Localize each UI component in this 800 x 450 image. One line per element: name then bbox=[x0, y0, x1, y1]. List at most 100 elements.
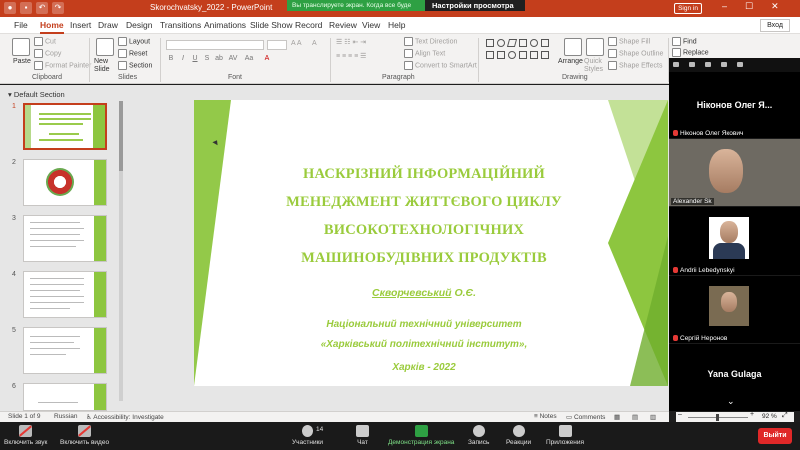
tab-insert[interactable]: Insert bbox=[70, 20, 91, 30]
replace-button[interactable]: Replace bbox=[672, 48, 709, 57]
participant-tile-4[interactable]: Сергій Неронов bbox=[669, 276, 800, 343]
shape-line-icon[interactable] bbox=[519, 39, 527, 47]
new-slide-button[interactable]: New Slide bbox=[94, 58, 116, 74]
tab-transitions[interactable]: Transitions bbox=[160, 20, 201, 30]
start-video-button[interactable]: Включить видео bbox=[60, 425, 109, 446]
tab-animations[interactable]: Animations bbox=[204, 20, 246, 30]
language-indicator[interactable]: Russian bbox=[54, 413, 77, 420]
close-icon[interactable]: ✕ bbox=[771, 1, 779, 12]
shape-fill-button[interactable]: Shape Fill bbox=[608, 37, 650, 46]
copy-button[interactable]: Copy bbox=[34, 49, 61, 58]
share-button[interactable]: Вход bbox=[760, 19, 790, 32]
slide-thumbnail-4[interactable] bbox=[23, 271, 107, 318]
tab-help[interactable]: Help bbox=[388, 20, 405, 30]
minimize-icon[interactable]: – bbox=[722, 1, 727, 12]
comments-button[interactable]: ▭ Comments bbox=[566, 413, 605, 421]
maximize-icon[interactable]: ☐ bbox=[745, 1, 753, 12]
zoom-out-icon[interactable]: – bbox=[678, 411, 682, 418]
arrange-icon[interactable] bbox=[564, 38, 582, 56]
view-options-button[interactable]: Настройки просмотра bbox=[425, 0, 525, 11]
scrollbar-thumb[interactable] bbox=[119, 101, 123, 171]
shape-more-icon[interactable] bbox=[541, 51, 549, 59]
slide-university[interactable]: Національний технічний університет «Харк… bbox=[254, 315, 594, 355]
find-button[interactable]: Find bbox=[672, 37, 697, 46]
shape-triangle-icon[interactable] bbox=[486, 51, 494, 59]
tab-review[interactable]: Review bbox=[329, 20, 357, 30]
spacing-icon[interactable]: AV bbox=[228, 54, 238, 64]
tab-slide-show[interactable]: Slide Show bbox=[250, 20, 293, 30]
format-painter-button[interactable]: Format Painter bbox=[34, 61, 91, 70]
new-slide-icon[interactable] bbox=[96, 38, 114, 56]
accessibility-indicator[interactable]: ♿ Accessibility: Investigate bbox=[86, 413, 164, 421]
tab-record[interactable]: Record bbox=[295, 20, 322, 30]
shape-oval-icon[interactable] bbox=[497, 39, 505, 47]
tab-view[interactable]: View bbox=[362, 20, 380, 30]
shape-effects-button[interactable]: Shape Effects bbox=[608, 61, 662, 70]
shape-circle-icon[interactable] bbox=[530, 39, 538, 47]
reading-view-icon[interactable]: ▥ bbox=[650, 413, 656, 421]
slide-thumbnail-1[interactable] bbox=[23, 103, 107, 150]
strikethrough-icon[interactable]: ab bbox=[214, 54, 224, 64]
cut-button[interactable]: Cut bbox=[34, 37, 56, 46]
paste-icon[interactable] bbox=[12, 38, 30, 56]
participant-tile-5[interactable]: Yana Gulaga ⌄ bbox=[669, 344, 800, 411]
smartart-button[interactable]: Convert to SmartArt bbox=[404, 61, 477, 70]
leave-button[interactable]: Выйти bbox=[758, 428, 792, 444]
underline-icon[interactable]: U bbox=[190, 54, 200, 64]
record-button[interactable]: Запись bbox=[468, 425, 489, 446]
shape-arrow-icon[interactable] bbox=[541, 39, 549, 47]
slide-thumbnail-2[interactable] bbox=[23, 159, 107, 206]
font-family-select[interactable] bbox=[166, 40, 264, 50]
shape-curve-icon[interactable] bbox=[497, 51, 505, 59]
slides-scrollbar[interactable] bbox=[119, 101, 123, 401]
normal-view-icon[interactable]: ▦ bbox=[614, 413, 620, 421]
bullets-icon[interactable]: ☰ ☷ ⇤ ⇥ bbox=[336, 38, 366, 46]
shape-parallelogram-icon[interactable] bbox=[506, 39, 518, 47]
reset-button[interactable]: Reset bbox=[118, 49, 147, 58]
slide-thumbnail-6[interactable] bbox=[23, 383, 107, 411]
shape-rect-icon[interactable] bbox=[486, 39, 494, 47]
font-size-select[interactable] bbox=[267, 40, 287, 50]
clear-format-icon[interactable]: A bbox=[312, 40, 317, 47]
paste-button[interactable]: Paste bbox=[13, 58, 31, 65]
save-icon[interactable]: ▪ bbox=[20, 2, 32, 14]
notes-button[interactable]: ≡ Notes bbox=[534, 413, 557, 420]
slide-city-year[interactable]: Харків - 2022 bbox=[254, 362, 594, 373]
align-text-button[interactable]: Align Text bbox=[404, 49, 445, 58]
quick-styles-icon[interactable] bbox=[586, 38, 604, 56]
tab-file[interactable]: File bbox=[14, 20, 28, 30]
shape-ellipse-icon[interactable] bbox=[508, 51, 516, 59]
slide-title[interactable]: НАСКРІЗНИЙ ІНФОРМАЦІЙНИЙ МЕНЕДЖМЕНТ ЖИТТ… bbox=[254, 160, 594, 272]
zoom-slider-thumb[interactable] bbox=[716, 414, 719, 421]
font-color-icon[interactable]: A bbox=[262, 54, 272, 64]
reactions-button[interactable]: Реакции bbox=[506, 425, 531, 446]
chat-button[interactable]: Чат bbox=[356, 425, 369, 446]
share-screen-button[interactable]: Демонстрация экрана bbox=[388, 425, 454, 446]
tab-design[interactable]: Design bbox=[126, 20, 152, 30]
tab-home[interactable]: Home bbox=[40, 20, 64, 34]
zoom-in-icon[interactable]: + bbox=[750, 411, 754, 418]
shape-outline-button[interactable]: Shape Outline bbox=[608, 49, 663, 58]
section-header[interactable]: ▾ Default Section bbox=[8, 90, 65, 99]
shape-star-icon[interactable] bbox=[530, 51, 538, 59]
sorter-view-icon[interactable]: ▤ bbox=[632, 413, 638, 421]
quick-styles-button[interactable]: Quick Styles bbox=[584, 58, 604, 74]
redo-icon[interactable]: ↷ bbox=[52, 2, 64, 14]
unmute-button[interactable]: Включить звук bbox=[4, 425, 47, 446]
section-button[interactable]: Section bbox=[118, 61, 152, 70]
participant-tile-3[interactable]: Andrii Lebedynskyi bbox=[669, 207, 800, 275]
bold-icon[interactable]: B bbox=[166, 54, 176, 64]
fit-slide-icon[interactable]: ⤢ bbox=[782, 412, 788, 420]
change-case-icon[interactable]: Aa bbox=[244, 54, 254, 64]
chevron-down-icon[interactable]: ⌄ bbox=[727, 396, 735, 407]
sign-in-button[interactable]: Sign in bbox=[674, 3, 702, 14]
zoom-level[interactable]: 92 % bbox=[762, 413, 777, 420]
italic-icon[interactable]: I bbox=[178, 54, 188, 64]
participant-tile-video[interactable]: Alexander Sk bbox=[669, 139, 800, 206]
view-toggle-icons[interactable] bbox=[673, 62, 743, 67]
participant-tile-speaker[interactable]: Ніконов Олег Я... Ніконов Олег Якович bbox=[669, 72, 800, 138]
font-grow-icon[interactable]: A A bbox=[291, 40, 302, 47]
text-direction-button[interactable]: Text Direction bbox=[404, 37, 457, 46]
arrange-button[interactable]: Arrange bbox=[558, 58, 583, 65]
autosave-icon[interactable]: ● bbox=[4, 2, 16, 14]
